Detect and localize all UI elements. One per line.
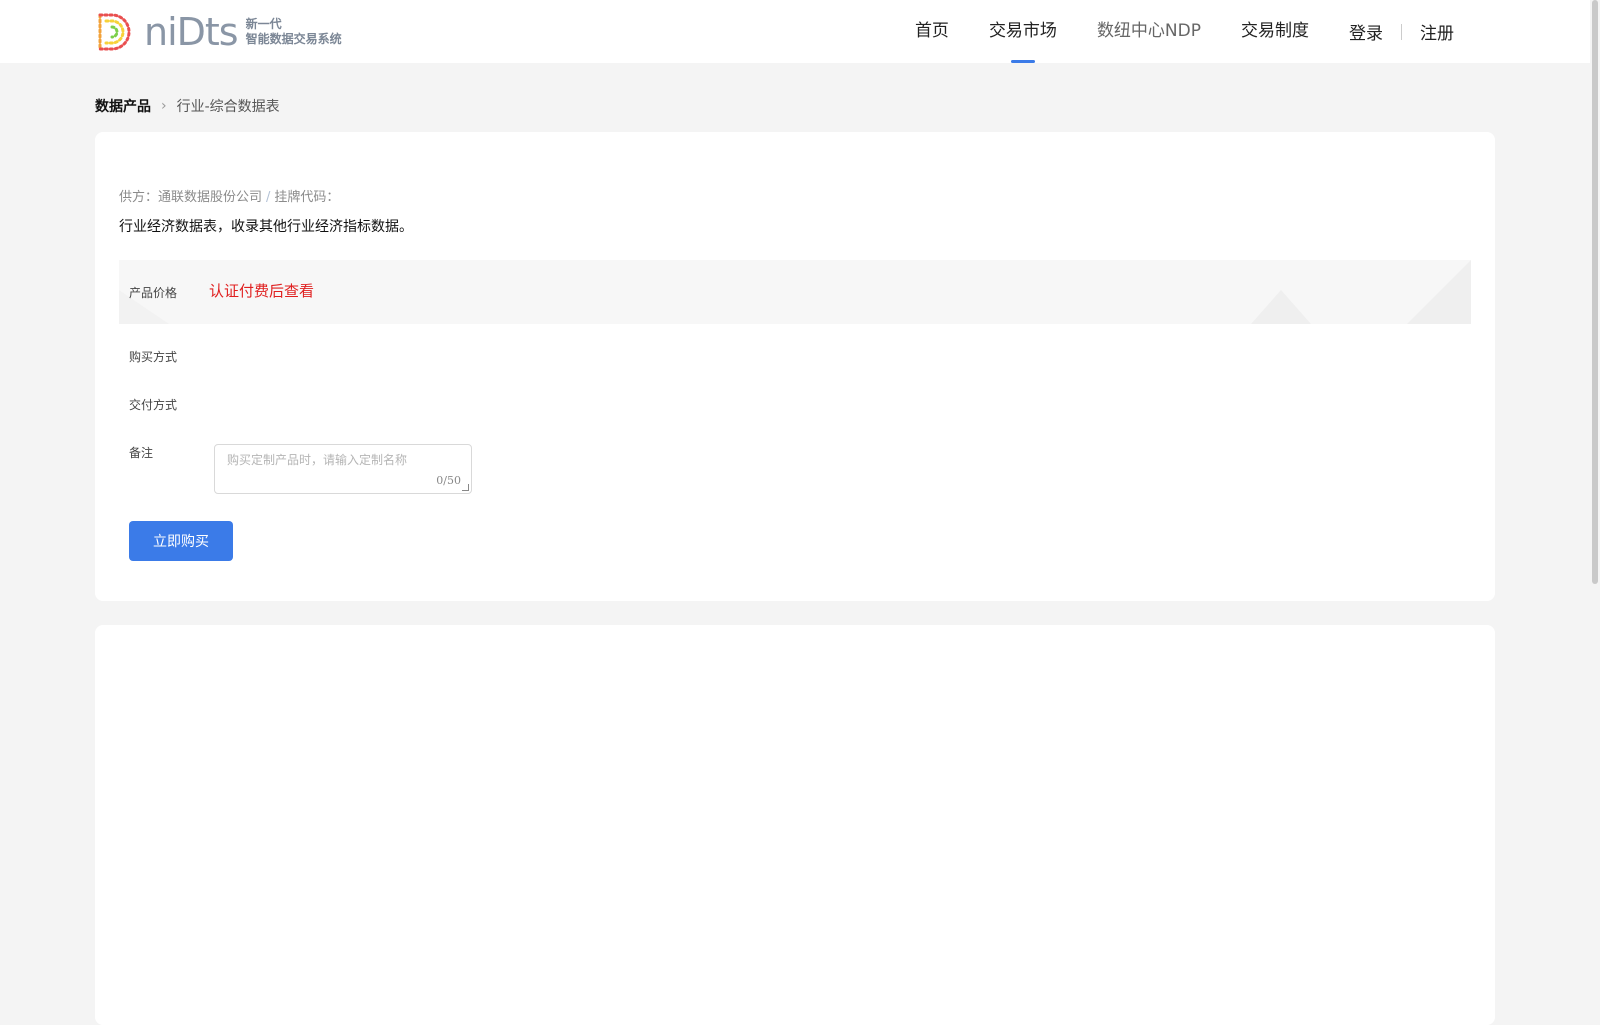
nav-item-rules[interactable]: 交易制度 [1241,0,1309,63]
delivery-method-label: 交付方式 [129,398,178,412]
note-textarea[interactable] [215,445,471,493]
page-scrollbar[interactable] [1590,0,1600,1000]
buy-now-button[interactable]: 立即购买 [129,521,233,561]
auth-divider [1401,23,1402,40]
nav-item-market[interactable]: 交易市场 [989,0,1057,63]
product-detail-card [95,625,1495,1025]
price-row-decoration [1407,260,1471,324]
scrollbar-thumb[interactable] [1592,0,1598,584]
listing-code-label: 挂牌代码： [274,190,340,205]
supplier-info: 供方：通联数据股份公司 / 挂牌代码： [119,186,339,205]
note-label: 备注 [129,446,154,460]
product-card: 供方：通联数据股份公司 / 挂牌代码： 行业经济数据表，收录其他行业经济指标数据。 … [95,132,1495,601]
buy-method-label: 购买方式 [129,350,178,364]
top-header: niDts 新一代 智能数据交易系统 首页 交易市场 数纽中心NDP 交易制度 … [0,0,1590,63]
login-link[interactable]: 登录 [1349,19,1383,44]
price-row-decoration [1251,290,1311,324]
note-char-counter: 0/50 [436,474,461,487]
supplier-prefix: 供方： [119,190,159,205]
price-row: 产品价格 认证付费后查看 [119,260,1471,324]
breadcrumb-current: 行业-综合数据表 [176,99,280,115]
note-field: 0/50 [214,444,472,494]
logo-dots-icon [98,13,131,51]
price-label: 产品价格 [129,286,178,300]
breadcrumb-root[interactable]: 数据产品 [95,96,151,116]
auth-links: 登录 注册 [1349,19,1454,44]
supplier-separator: / [266,190,271,205]
logo-tagline: 新一代 智能数据交易系统 [246,17,342,47]
tagline-line-2: 智能数据交易系统 [245,32,342,46]
register-link[interactable]: 注册 [1420,19,1454,44]
nav-item-home[interactable]: 首页 [915,0,949,63]
site-logo[interactable]: niDts 新一代 智能数据交易系统 [94,11,342,53]
tagline-line-1: 新一代 [245,17,282,31]
logo-wordmark: niDts [144,10,239,54]
nav-item-ndp[interactable]: 数纽中心NDP [1097,0,1201,63]
price-value: 认证付费后查看 [209,282,315,300]
main-nav: 首页 交易市场 数纽中心NDP 交易制度 登录 注册 [875,0,1454,63]
chevron-right-icon: › [161,98,167,114]
product-description: 行业经济数据表，收录其他行业经济指标数据。 [119,219,413,235]
supplier-name: 通联数据股份公司 [158,190,263,205]
breadcrumb: 数据产品 › 行业-综合数据表 [95,96,280,116]
resize-handle-icon[interactable] [462,484,469,491]
